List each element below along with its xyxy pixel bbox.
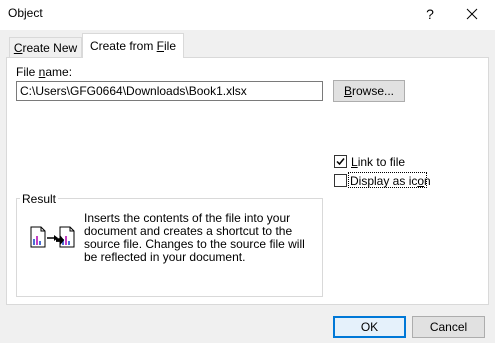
help-button[interactable]: ? <box>413 0 447 28</box>
tab-create-new[interactable]: Create New <box>9 37 82 57</box>
tab-create-from-file-label: Create from File <box>89 39 177 53</box>
close-icon <box>466 8 478 20</box>
window-title: Object <box>8 6 43 20</box>
link-to-file-label[interactable]: Link to file <box>351 155 405 169</box>
result-description: Inserts the contents of the file into yo… <box>84 211 305 264</box>
close-button[interactable] <box>455 0 489 28</box>
tab-create-new-label: Create New <box>13 40 78 55</box>
result-legend: Result <box>20 192 59 206</box>
file-name-input[interactable]: C:\Users\GFG0664\Downloads\Book1.xlsx <box>16 81 323 101</box>
checkmark-icon <box>336 158 345 166</box>
browse-button[interactable]: Browse... <box>333 80 405 102</box>
display-as-icon-label[interactable]: Display as icon <box>350 174 431 188</box>
help-icon: ? <box>426 6 434 22</box>
title-bar: Object ? <box>0 0 495 30</box>
file-name-label: File name: <box>16 65 73 79</box>
link-to-file-checkbox[interactable] <box>334 155 347 168</box>
browse-button-label: Browse... <box>343 84 395 98</box>
display-as-icon-checkbox[interactable] <box>334 174 347 187</box>
cancel-button[interactable]: Cancel <box>412 316 485 338</box>
ok-button[interactable]: OK <box>333 316 406 338</box>
tab-create-from-file[interactable]: Create from File <box>82 33 184 58</box>
linked-file-icon <box>30 226 75 248</box>
